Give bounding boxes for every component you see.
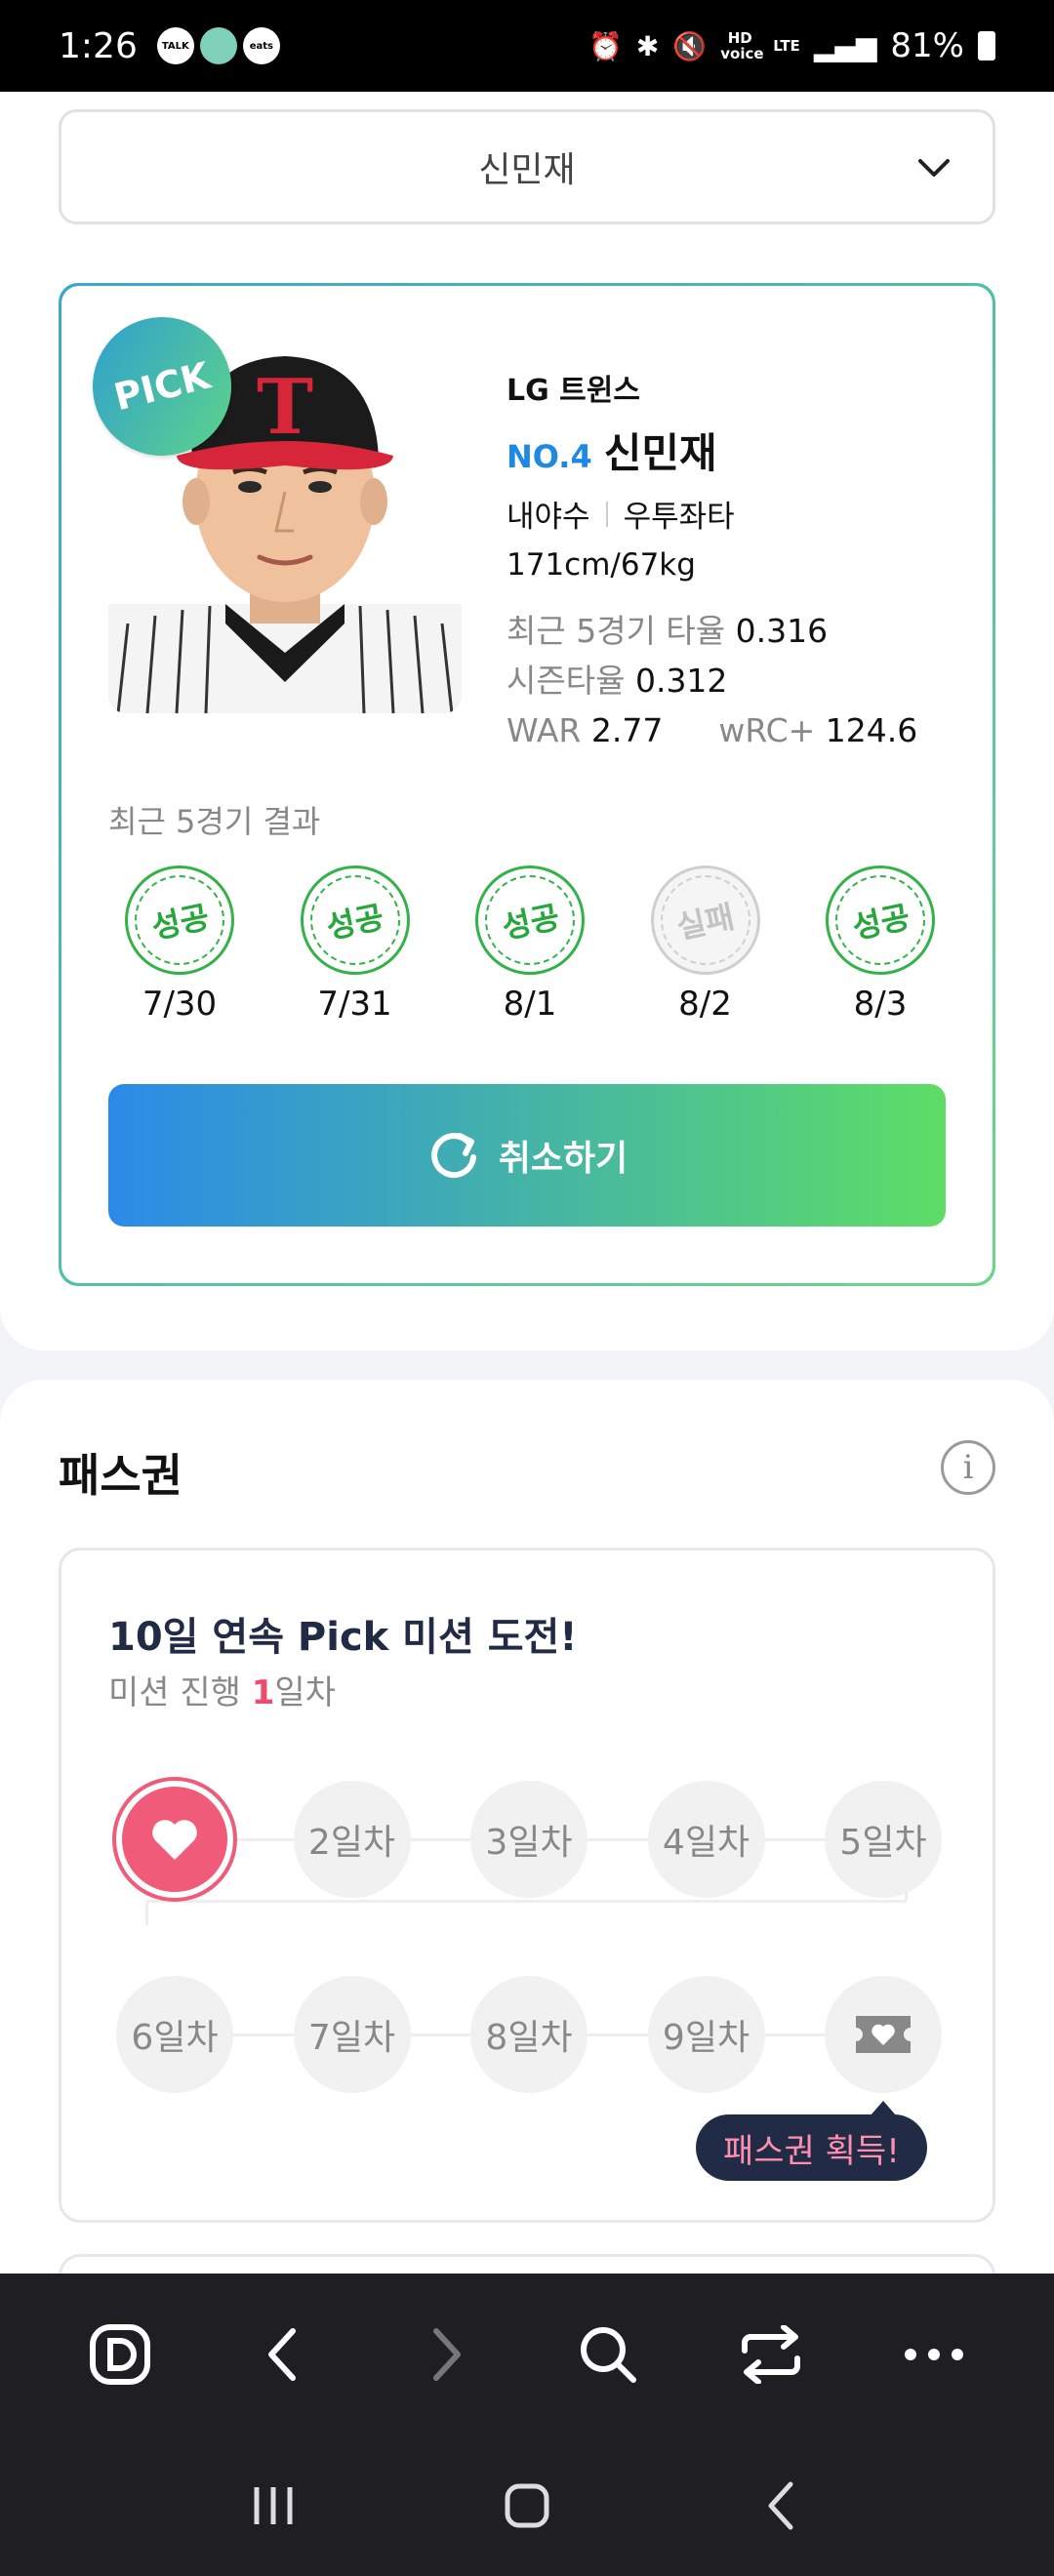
pass-reward-tooltip: 패스권 획득!	[696, 2101, 927, 2181]
day-step: 8일차	[470, 1976, 588, 2093]
signal-icon: ▂▄▆	[813, 29, 877, 62]
wrc-label: wRC+	[718, 711, 816, 749]
bluetooth-icon: ✱	[635, 29, 660, 62]
status-time: 1:26	[59, 25, 138, 66]
player-card: T PICK LG 트윈스 NO.4 신민재 내야수 우투좌타 171cm/67…	[59, 283, 995, 1286]
player-name: 신민재	[603, 429, 717, 477]
app-notification-icon	[199, 27, 237, 64]
recent-results-label: 최근 5경기 결과	[108, 803, 321, 840]
chevron-down-icon	[918, 159, 950, 177]
success-stamp: 성공	[826, 865, 935, 975]
pass-reward-step	[825, 1976, 942, 2093]
mute-icon: 🔇	[672, 29, 708, 62]
battery-percent: 81%	[890, 26, 964, 65]
wrc-value: 124.6	[825, 711, 918, 749]
result-date: 7/30	[142, 985, 218, 1024]
pick-section: 신민재 T PICK LG 트윈스 NO.4 신민재 내야수 우투좌타 171c…	[0, 92, 1054, 1350]
player-info: LG 트윈스 NO.4 신민재 내야수 우투좌타 171cm/67kg 최근 5…	[507, 366, 955, 755]
browser-home-button[interactable]	[76, 2311, 164, 2398]
day-step: 2일차	[293, 1781, 411, 1898]
player-select-value: 신민재	[478, 150, 576, 190]
player-number: NO.4	[507, 438, 592, 475]
result-item: 성공 7/30	[124, 865, 235, 1024]
mission-title: 10일 연속 Pick 미션 도전!	[108, 1615, 578, 1660]
mission-progress-day: 1	[251, 1673, 275, 1712]
lte-label: LTE	[773, 37, 800, 55]
result-date: 8/3	[853, 985, 908, 1024]
war-label: WAR	[507, 711, 582, 749]
recent-results: 성공 7/30 성공 7/31 성공 8/1 실패 8/2 성공 8/3	[120, 865, 940, 1024]
home-icon	[505, 2483, 549, 2528]
day-step: 3일차	[470, 1781, 588, 1898]
result-date: 7/31	[317, 985, 392, 1024]
success-stamp: 성공	[300, 865, 410, 975]
kakaotalk-notification-icon: TALK	[156, 27, 194, 64]
mission-track-row-1: 2일차 3일차 4일차 5일차	[116, 1781, 942, 1898]
recent5-avg-value: 0.316	[735, 612, 829, 650]
day-step: 9일차	[647, 1976, 765, 2093]
team-name: LG 트윈스	[507, 374, 640, 408]
svg-text:T: T	[257, 363, 313, 452]
chevron-left-icon	[267, 2328, 296, 2381]
divider	[605, 501, 608, 527]
heart-icon	[152, 1820, 197, 1860]
eats-notification-icon: eats	[242, 27, 280, 64]
mission-progress: 미션 진행 1일차	[108, 1673, 336, 1712]
back-button[interactable]	[239, 2311, 327, 2398]
result-date: 8/1	[503, 985, 557, 1024]
search-button[interactable]	[564, 2311, 652, 2398]
player-position: 내야수	[507, 500, 590, 535]
forward-button[interactable]	[402, 2311, 490, 2398]
mission-track-row-2: 6일차 7일차 8일차 9일차	[116, 1976, 942, 2093]
success-stamp: 성공	[475, 865, 585, 975]
search-icon	[581, 2327, 637, 2383]
cancel-pick-label: 취소하기	[498, 1139, 628, 1179]
result-item: 성공 7/31	[300, 865, 411, 1024]
result-item: 성공 8/3	[825, 865, 936, 1024]
alarm-icon: ⏰	[588, 29, 623, 62]
pass-title: 패스권	[59, 1449, 182, 1502]
more-button[interactable]	[890, 2311, 978, 2398]
player-stats: 최근 5경기 타율 0.316 시즌타율 0.312 WAR 2.77 wRC+…	[507, 606, 955, 755]
info-icon[interactable]: i	[941, 1440, 995, 1495]
result-date: 8/2	[678, 985, 732, 1024]
recent-apps-icon	[254, 2487, 293, 2524]
switch-icon	[741, 2325, 800, 2384]
refresh-icon	[430, 1133, 476, 1179]
day-step: 6일차	[116, 1976, 233, 2093]
status-right-group: ⏰ ✱ 🔇 HD voice LTE ▂▄▆ 81%	[588, 26, 995, 65]
ticket-icon	[856, 2016, 911, 2053]
system-back-button[interactable]	[737, 2462, 825, 2550]
season-avg-label: 시즌타율	[507, 662, 626, 700]
player-physical: 171cm/67kg	[507, 547, 696, 583]
tabs-switch-button[interactable]	[727, 2311, 815, 2398]
cancel-pick-button[interactable]: 취소하기	[108, 1084, 946, 1227]
day-step: 7일차	[293, 1976, 411, 2093]
result-item: 실패 8/2	[650, 865, 761, 1024]
more-icon	[904, 2349, 963, 2360]
chevron-right-icon	[432, 2328, 461, 2381]
fail-stamp: 실패	[650, 865, 760, 975]
browser-toolbar	[0, 2274, 1054, 2435]
daum-logo-icon	[90, 2324, 151, 2385]
player-select-dropdown[interactable]: 신민재	[59, 109, 995, 224]
back-icon	[768, 2481, 793, 2530]
result-item: 성공 8/1	[474, 865, 586, 1024]
track-connector	[145, 1900, 907, 1903]
status-bar: 1:26 TALK eats ⏰ ✱ 🔇 HD voice LTE ▂▄▆ 81…	[0, 0, 1054, 92]
recent5-avg-label: 최근 5경기 타율	[507, 612, 726, 650]
battery-icon	[978, 31, 995, 60]
player-bats-throws: 우투좌타	[623, 500, 735, 535]
success-stamp: 성공	[125, 865, 234, 975]
hd-voice-label: HD voice	[720, 29, 764, 62]
season-avg-value: 0.312	[634, 662, 728, 700]
home-button[interactable]	[483, 2462, 571, 2550]
system-nav-bar	[0, 2435, 1054, 2576]
mission-card: 10일 연속 Pick 미션 도전! 미션 진행 1일차 2일차 3일차 4일차…	[59, 1548, 995, 2223]
day-step: 4일차	[647, 1781, 765, 1898]
day-step: 5일차	[825, 1781, 942, 1898]
war-value: 2.77	[590, 711, 664, 749]
day-1-completed	[116, 1781, 233, 1898]
recent-apps-button[interactable]	[229, 2462, 317, 2550]
